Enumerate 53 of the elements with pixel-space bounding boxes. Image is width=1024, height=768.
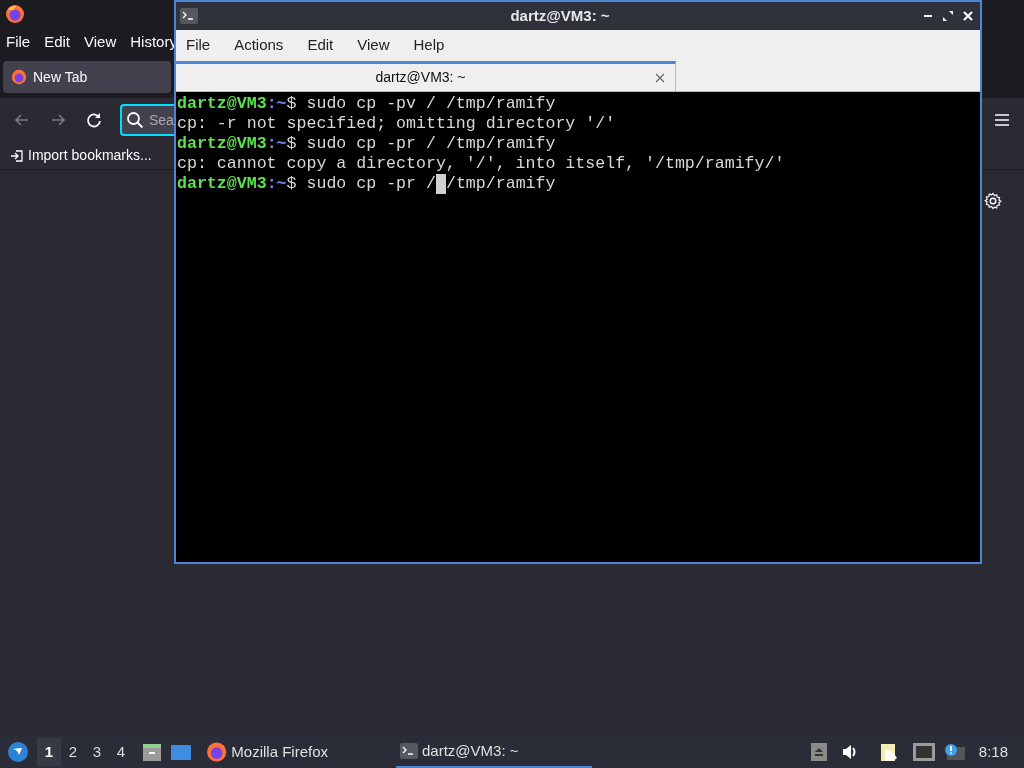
firefox-icon: [11, 69, 27, 85]
window-title: dartz@VM3: ~: [510, 5, 610, 26]
prompt-path: :~: [266, 134, 287, 154]
terminal-icon: [400, 743, 418, 759]
output-text: cp: cannot copy a directory, '/', into itself, '/tmp/ramify/': [177, 154, 785, 174]
notification-icon[interactable]: [942, 743, 965, 761]
browser-tab[interactable]: New Tab: [3, 61, 171, 93]
prompt-path: :~: [266, 174, 287, 194]
prompt-sign: $: [286, 134, 298, 154]
firefox-icon: [206, 741, 228, 763]
search-field[interactable]: Sea: [120, 104, 174, 136]
menu-icon[interactable]: [994, 113, 1010, 127]
menu-item[interactable]: Edit: [307, 33, 334, 57]
app-menu-icon[interactable]: [7, 741, 29, 763]
import-icon: [10, 148, 24, 163]
network-icon[interactable]: [912, 743, 935, 761]
menu-item[interactable]: View: [84, 30, 117, 54]
prompt-path: :~: [266, 94, 287, 114]
prompt-sign: $: [286, 174, 298, 194]
taskbar-button[interactable]: dartz@VM3: ~: [396, 736, 592, 768]
terminal-icon: [180, 8, 198, 24]
command-text: sudo cp -pr / /tmp/ramify: [306, 134, 556, 154]
command-text: /tmp/ramify: [445, 174, 556, 194]
command-text: sudo cp -pr /: [306, 174, 436, 194]
menu-item[interactable]: Actions: [234, 33, 284, 57]
desktop-icon[interactable]: [170, 742, 192, 762]
search-icon: [126, 111, 144, 129]
workspace-button[interactable]: 4: [109, 738, 133, 766]
clipboard-icon[interactable]: [878, 742, 899, 762]
settings-icon[interactable]: [984, 192, 1002, 210]
menu-item[interactable]: File: [186, 33, 211, 57]
workspace-button[interactable]: 2: [61, 738, 85, 766]
command-text: sudo cp -pv / /tmp/ramify: [306, 94, 556, 114]
file-cabinet-icon[interactable]: [141, 741, 163, 763]
prompt-user: dartz@VM3: [177, 94, 267, 114]
menu-item[interactable]: Help: [413, 33, 445, 57]
menu-item[interactable]: View: [357, 33, 390, 57]
tab-title: dartz@VM3: ~: [374, 68, 467, 87]
menu-item[interactable]: Edit: [44, 30, 71, 54]
prompt-sign: $: [286, 94, 298, 114]
menu-item[interactable]: File: [6, 30, 31, 54]
workspace-button[interactable]: 3: [85, 738, 109, 766]
output-text: cp: -r not specified; omitting directory '/': [177, 114, 616, 134]
eject-icon[interactable]: [810, 743, 827, 761]
clock[interactable]: 8:18: [978, 740, 1008, 764]
bookmark-link[interactable]: Import bookmarks...: [10, 145, 152, 166]
firefox-icon: [5, 4, 25, 24]
prompt-user: dartz@VM3: [177, 174, 267, 194]
taskbar-button[interactable]: Mozilla Firefox: [202, 736, 332, 768]
terminal-tab[interactable]: dartz@VM3: ~: [176, 61, 676, 91]
workspace-button[interactable]: 1: [37, 738, 61, 766]
maximize-icon[interactable]: [942, 10, 954, 22]
prompt-user: dartz@VM3: [177, 134, 267, 154]
